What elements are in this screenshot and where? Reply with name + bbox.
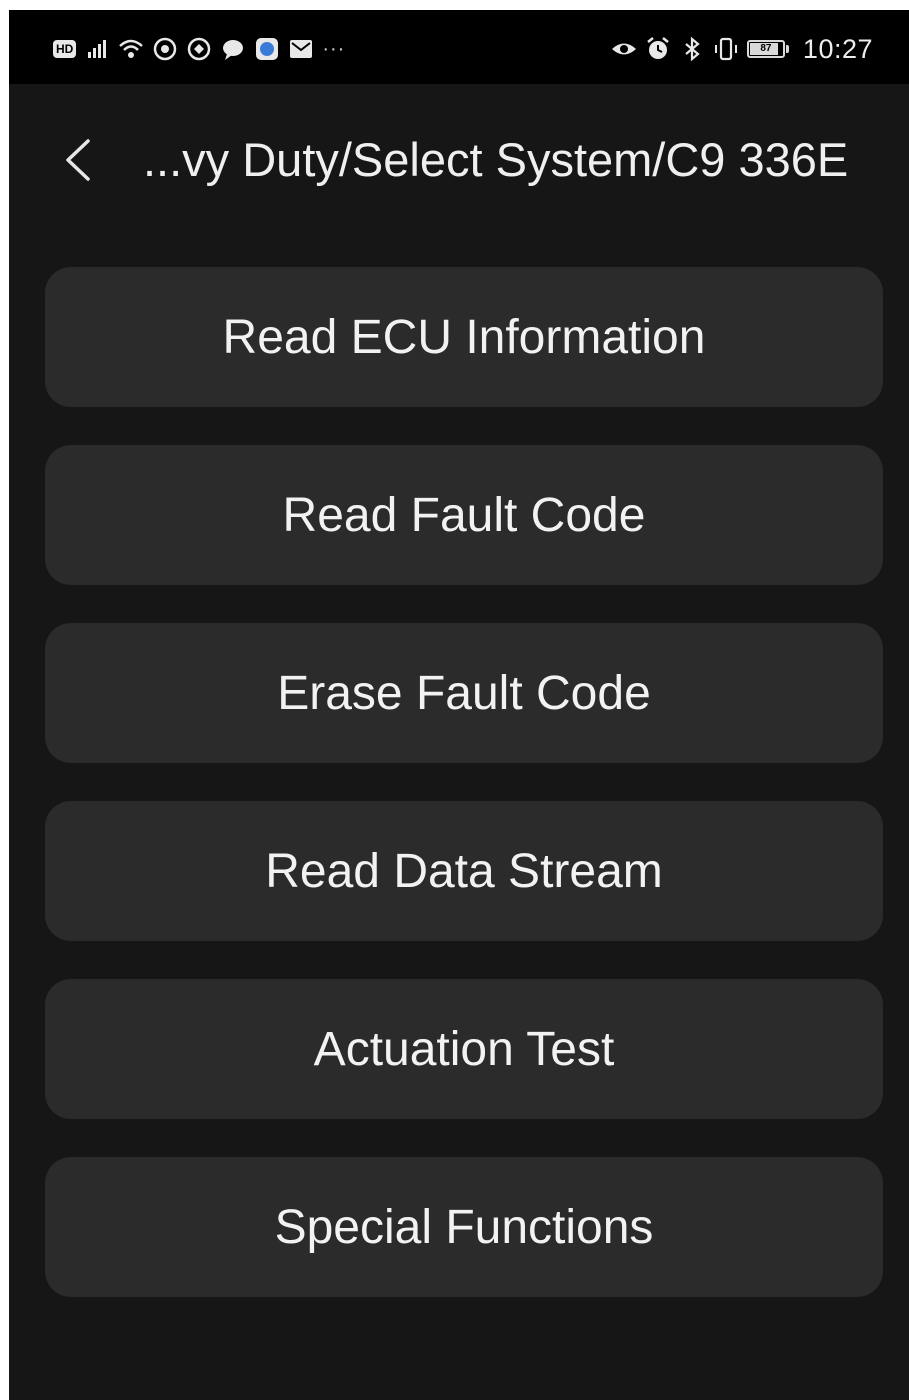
actuation-test-button[interactable]: Actuation Test (45, 979, 883, 1119)
mail-icon (288, 36, 314, 62)
vibrate-icon (713, 36, 739, 62)
battery-icon: 87 (746, 40, 789, 58)
chat-icon (220, 36, 246, 62)
hd-icon: HD (53, 40, 77, 58)
erase-fault-code-button[interactable]: Erase Fault Code (45, 623, 883, 763)
app-icon (186, 36, 212, 62)
header: ...vy Duty/Select System/C9 336E (9, 84, 909, 234)
breadcrumb-title: ...vy Duty/Select System/C9 336E (143, 133, 849, 186)
wifi-icon (118, 36, 144, 62)
battery-level-text: 87 (760, 43, 772, 54)
status-right-icons: 87 10:27 (611, 34, 873, 64)
read-fault-code-button[interactable]: Read Fault Code (45, 445, 883, 585)
status-clock: 10:27 (802, 33, 873, 64)
phone-screen: HD ··· 87 10:27 ...vy Duty/Select System… (9, 10, 909, 1400)
browser-icon (254, 36, 280, 62)
back-button[interactable] (55, 132, 99, 188)
bluetooth-icon (679, 36, 705, 62)
read-ecu-information-button[interactable]: Read ECU Information (45, 267, 883, 407)
eye-icon (611, 36, 637, 62)
special-functions-button[interactable]: Special Functions (45, 1157, 883, 1297)
app-icon (152, 36, 178, 62)
function-menu: Read ECU Information Read Fault Code Era… (45, 267, 883, 1335)
more-icon: ··· (322, 38, 346, 60)
alarm-icon (645, 36, 671, 62)
chevron-left-icon (66, 139, 90, 181)
signal-icon (84, 36, 110, 62)
read-data-stream-button[interactable]: Read Data Stream (45, 801, 883, 941)
status-left-icons: HD ··· (53, 34, 345, 64)
status-bar: HD ··· 87 10:27 (9, 10, 909, 84)
